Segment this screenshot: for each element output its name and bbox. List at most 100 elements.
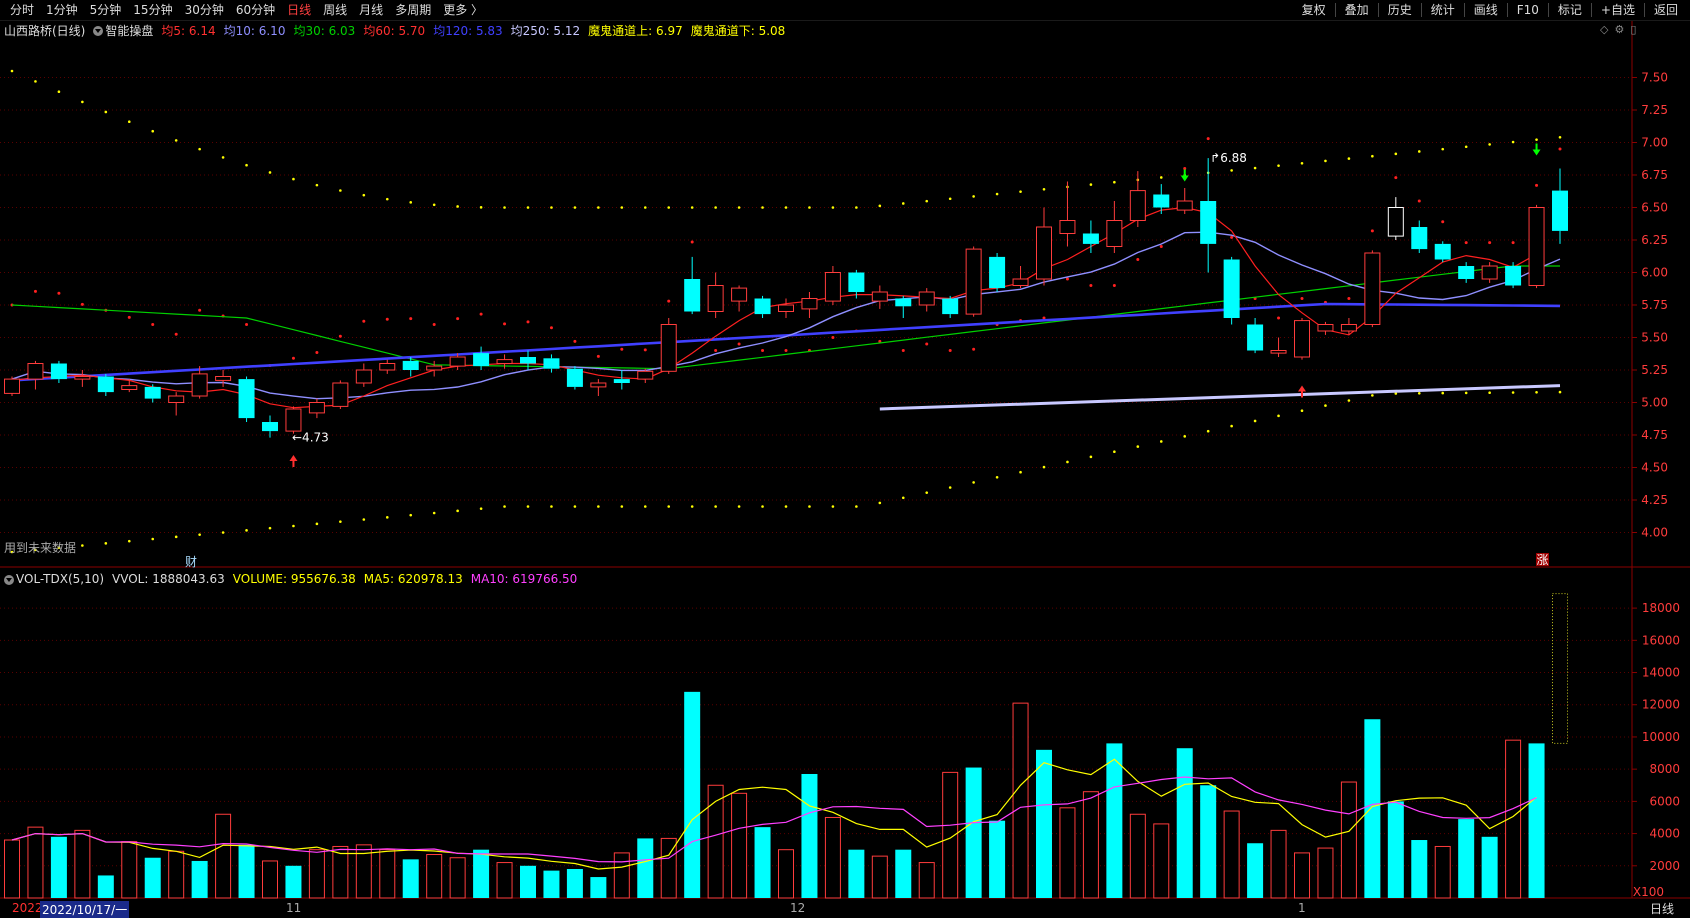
- volume-unit-label: X100: [1633, 885, 1664, 899]
- price-tick-label: 6.50: [1641, 201, 1668, 215]
- period-tab[interactable]: 月线: [353, 2, 389, 18]
- channel-up-dot: [1042, 188, 1046, 191]
- high-price-label: ↱6.88: [1210, 151, 1247, 165]
- price-tick-label: 4.50: [1641, 461, 1668, 475]
- channel-up-dot: [245, 163, 248, 167]
- channel-up-dot: [503, 206, 506, 209]
- price-tick-label: 7.25: [1641, 103, 1668, 117]
- date-axis: 2022 2022/10/17/一 11 12 1 日线: [0, 899, 1690, 918]
- channel-down-dot: [855, 505, 858, 508]
- candle-body: [97, 376, 114, 393]
- candle-body: [1458, 266, 1475, 279]
- channel-down-dot: [1535, 390, 1538, 394]
- period-tab[interactable]: 60分钟: [230, 2, 281, 18]
- tool-button[interactable]: F10: [1511, 2, 1545, 18]
- candle-body: [613, 379, 630, 383]
- tool-button[interactable]: 画线: [1468, 2, 1504, 18]
- tool-button[interactable]: 标记: [1552, 2, 1588, 18]
- period-tab[interactable]: 日线: [281, 2, 317, 18]
- finance-mark: 财: [185, 555, 197, 569]
- period-tab[interactable]: 1分钟: [40, 2, 84, 18]
- volume-bar: [1387, 801, 1404, 898]
- candle-body: [332, 382, 349, 407]
- volume-bar: [449, 857, 466, 899]
- tool-button[interactable]: 返回: [1648, 2, 1684, 18]
- period-tab[interactable]: 5分钟: [84, 2, 128, 18]
- channel-up-dot: [1464, 145, 1468, 149]
- channel-down-dot: [1089, 455, 1093, 459]
- candle-body: [1153, 194, 1170, 208]
- channel-down-dot: [315, 522, 319, 526]
- candle-body: [660, 324, 677, 372]
- volume-bar: [590, 877, 607, 898]
- sar-dot: [925, 342, 929, 346]
- candle-body: [801, 298, 818, 310]
- candle-body: [74, 376, 91, 380]
- period-tab[interactable]: 15分钟: [127, 2, 178, 18]
- candle-body: [449, 356, 466, 367]
- channel-down-dot: [339, 520, 342, 523]
- volume-bar: [1364, 719, 1381, 898]
- channel-down-dot: [385, 516, 389, 519]
- volume-bar: [426, 854, 443, 899]
- volume-bar: [1036, 749, 1052, 898]
- candle-body: [1434, 243, 1451, 260]
- period-tab[interactable]: 分时: [4, 2, 40, 18]
- tool-button[interactable]: +自选: [1595, 2, 1641, 18]
- channel-down-dot: [221, 531, 225, 534]
- volume-bar: [824, 816, 841, 899]
- stock-title[interactable]: 山西路桥(日线): [4, 22, 85, 39]
- channel-down-dot: [127, 539, 131, 543]
- smart-trade[interactable]: 智能操盘: [93, 22, 153, 39]
- volume-bar: [1528, 743, 1545, 898]
- channel-down-dot: [456, 509, 459, 513]
- period-tab[interactable]: 更多 〉: [437, 2, 489, 18]
- candle-body: [1364, 252, 1381, 325]
- sar-dot: [432, 323, 436, 326]
- tool-button[interactable]: 叠加: [1339, 2, 1375, 18]
- sar-dot: [526, 320, 530, 324]
- channel-up-dot: [690, 206, 694, 209]
- candle-body: [191, 373, 208, 397]
- candle-body: [566, 368, 583, 387]
- candle-body: [637, 370, 654, 380]
- sar-dot: [409, 317, 413, 321]
- channel-up-dot: [10, 69, 14, 73]
- volume-bar: [520, 865, 536, 898]
- tool-button[interactable]: 历史: [1382, 2, 1418, 18]
- period-label[interactable]: 日线: [1650, 900, 1686, 917]
- volume-tick-label: 14000: [1642, 666, 1680, 680]
- candle-body: [308, 402, 325, 414]
- period-tab[interactable]: 多周期: [389, 2, 437, 18]
- window-icon[interactable]: ▯: [1630, 23, 1636, 36]
- settings-icon[interactable]: ⚙: [1614, 23, 1624, 36]
- period-tab[interactable]: 周线: [317, 2, 353, 18]
- candle-body: [754, 298, 771, 315]
- volume-bar: [989, 820, 1006, 898]
- channel-up-dot: [597, 206, 600, 209]
- kline-chart[interactable]: 7.50 7.25 7.00 6.75 6.50 6.25 6.00 5.75 5.50 5.25…: [0, 0, 1690, 918]
- candle-body: [707, 285, 724, 312]
- candle-body: [355, 369, 372, 384]
- channel-up-dot: [339, 189, 342, 192]
- candle-body: [1082, 233, 1099, 244]
- toolbar-divider: [1463, 3, 1465, 17]
- channel-down-dot: [573, 505, 577, 508]
- tool-button[interactable]: 复权: [1296, 2, 1332, 18]
- period-tab[interactable]: 30分钟: [179, 2, 230, 18]
- sar-dot: [1394, 176, 1398, 180]
- candle-body: [1223, 259, 1240, 318]
- volume-bar: [848, 849, 865, 898]
- sar-dot: [690, 240, 694, 244]
- tool-button[interactable]: 统计: [1425, 2, 1461, 18]
- vol-indicator[interactable]: VOL-TDX(5,10): [4, 572, 104, 586]
- volume-tick-label: 8000: [1649, 762, 1680, 776]
- channel-up-dot: [1417, 150, 1421, 153]
- volume-bar: [1247, 843, 1264, 898]
- channel-down-dot: [597, 505, 600, 508]
- diamond-icon[interactable]: ◇: [1600, 23, 1608, 36]
- volume-bar: [1059, 807, 1076, 899]
- channel-down-dot: [432, 511, 436, 515]
- volume-bar: [566, 869, 583, 898]
- toolbar: 分时 1分钟 5分钟 15分钟 30分钟 60分钟 日线 周线 月线 多周期 更多 〉 复权 叠加 历史…: [0, 0, 1690, 21]
